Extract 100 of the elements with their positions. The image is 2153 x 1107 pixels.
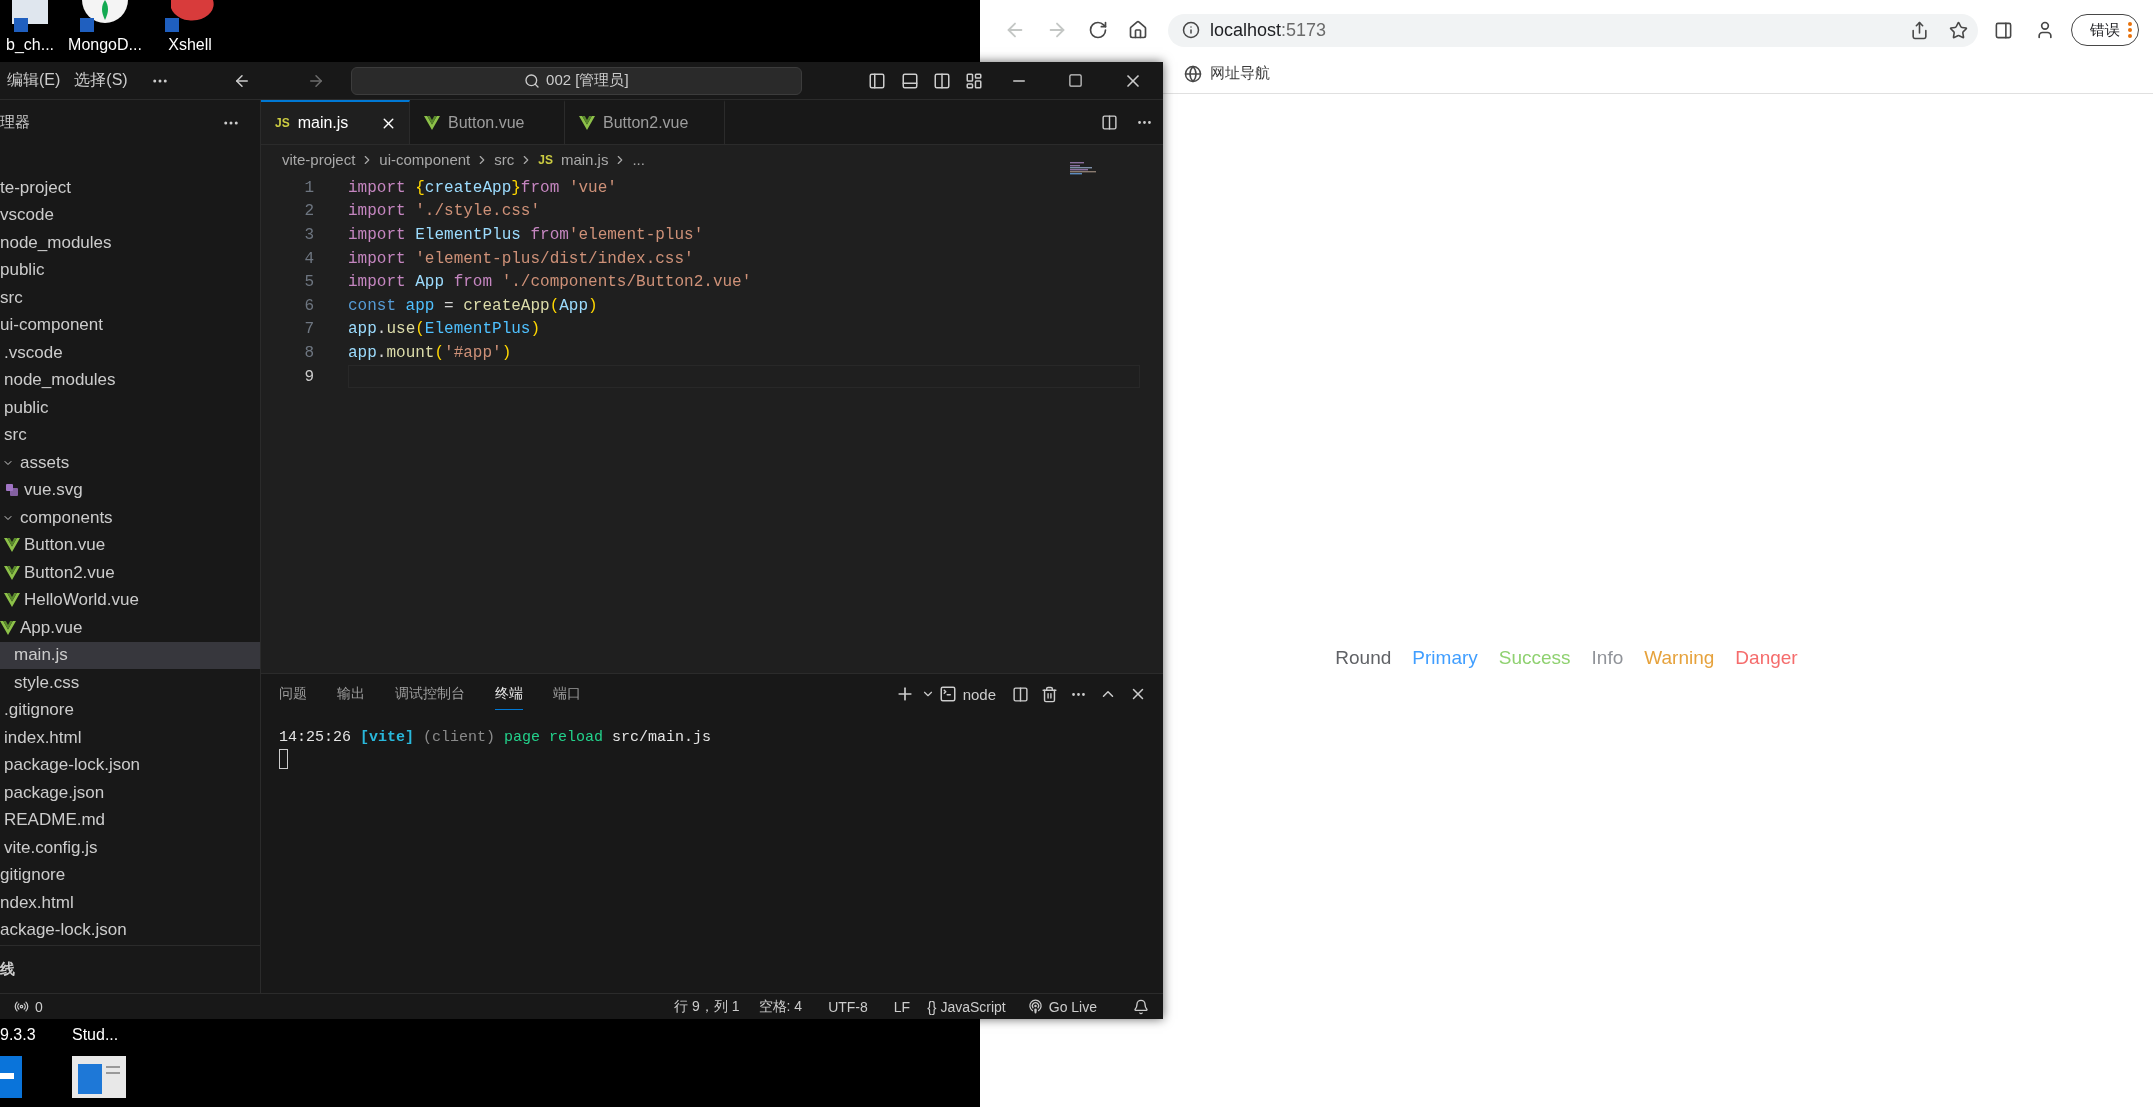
vue-icon <box>424 115 440 131</box>
star-icon[interactable] <box>1949 20 1968 40</box>
desktop-icon-label[interactable]: MongoD... <box>68 36 142 54</box>
status-item[interactable]: 空格: 4 <box>758 997 803 1016</box>
line-number: 1 <box>303 178 314 197</box>
line-number: 4 <box>303 249 314 268</box>
search-icon <box>524 72 541 89</box>
tree-item[interactable]: src <box>0 284 260 312</box>
desktop-icon-label[interactable]: Xshell <box>168 36 212 54</box>
line-number: 8 <box>303 343 314 362</box>
tree-item[interactable]: package-lock.json <box>0 751 260 779</box>
antenna-icon <box>14 999 29 1014</box>
address-bar[interactable]: localhost:5173 <box>1168 13 1978 47</box>
image-file-icon <box>5 483 19 498</box>
panel-tab[interactable]: 端口 <box>553 678 581 710</box>
reload-icon[interactable] <box>1088 20 1108 40</box>
command-search-field[interactable]: 002 [管理员] <box>350 66 802 95</box>
panel-tab[interactable]: 终端 <box>495 678 523 710</box>
terminal-selector[interactable]: node <box>938 685 996 703</box>
status-item[interactable]: LF <box>893 998 911 1015</box>
tree-item[interactable]: .gitignore <box>0 696 260 724</box>
desktop-icon-label[interactable]: b_ch... <box>6 36 54 54</box>
home-icon[interactable] <box>1128 20 1148 40</box>
tree-item[interactable]: HelloWorld.vue <box>0 586 260 614</box>
tree-item[interactable]: package.json <box>0 779 260 807</box>
tree-item[interactable]: assets <box>0 449 260 477</box>
tree-item[interactable]: src <box>0 421 260 449</box>
split-layout-icon[interactable] <box>933 71 951 90</box>
code-line: app.mount('#app') <box>348 342 513 364</box>
line-number: 2 <box>303 202 314 221</box>
code-line: app.use(ElementPlus) <box>348 319 542 341</box>
split-icon[interactable] <box>1012 685 1029 703</box>
tree-item[interactable]: public <box>0 256 260 284</box>
tree-item[interactable]: README.md <box>0 806 260 834</box>
shell-app-icon <box>165 0 215 32</box>
tree-item[interactable]: ui-component <box>0 311 260 339</box>
panel-tab[interactable]: 问题 <box>279 678 307 710</box>
tree-item[interactable]: App.vue <box>0 614 260 642</box>
breadcrumb-item[interactable]: ui-component <box>379 151 471 168</box>
tree-item[interactable]: node_modules <box>0 229 260 257</box>
tree-item[interactable]: node_modules <box>0 366 260 394</box>
status-item[interactable]: 行 9，列 1 <box>674 997 740 1016</box>
tree-item[interactable]: .vscode <box>0 339 260 367</box>
tree-item[interactable]: vite.config.js <box>0 834 260 862</box>
tree-item[interactable]: ndex.html <box>0 889 260 917</box>
side-panel-icon[interactable] <box>1994 20 2013 40</box>
editor-tab[interactable]: JS main.js <box>261 100 410 144</box>
window-app-icon <box>72 1056 126 1098</box>
trash-icon[interactable] <box>1041 685 1058 703</box>
language-status[interactable]: {} JavaScript <box>927 998 1006 1015</box>
tree-item[interactable]: main.js <box>0 641 260 669</box>
line-number: 5 <box>303 273 314 292</box>
bookmark[interactable]: 网址导航 <box>1184 64 1270 83</box>
maximize-icon[interactable] <box>1068 73 1083 88</box>
code-line: import App from './components/Button2.vue' <box>348 272 753 294</box>
terminal-output: 14:25:26 [vite] (client) page reload src/main.js <box>279 729 713 746</box>
panel-tab[interactable]: 调试控制台 <box>395 678 465 710</box>
tree-item[interactable]: vue.svg <box>0 476 260 504</box>
tree-item[interactable]: public <box>0 394 260 422</box>
line-number: 7 <box>303 320 314 339</box>
panel-toggle-icon[interactable] <box>901 71 919 90</box>
breadcrumb-item[interactable]: vite-project <box>282 151 356 168</box>
breadcrumb-item[interactable]: JS main.js <box>538 151 609 168</box>
profile-button[interactable]: 错误 <box>2071 14 2139 46</box>
menu-item[interactable]: 编辑(E) <box>0 70 68 91</box>
bell-icon[interactable] <box>1133 998 1149 1015</box>
code-line: const app = createApp(App) <box>348 295 599 317</box>
line-number: 9 <box>303 367 314 386</box>
url-text: localhost:5173 <box>1210 19 1328 41</box>
tree-item[interactable]: components <box>0 504 260 532</box>
ports-status[interactable]: 0 <box>14 998 43 1015</box>
section-title[interactable]: 线 <box>0 960 15 979</box>
tree-item[interactable]: style.css <box>0 669 260 697</box>
tree-item[interactable]: vscode <box>0 201 260 229</box>
taskbar-label: 9.3.3 <box>0 1026 36 1044</box>
vue-icon <box>4 564 20 581</box>
share-icon[interactable] <box>1910 20 1929 40</box>
tree-item[interactable]: gitignore <box>0 861 260 889</box>
breadcrumb-item[interactable]: ... <box>632 151 645 168</box>
tree-item[interactable]: Button.vue <box>0 531 260 559</box>
panel-tab[interactable]: 输出 <box>337 678 365 710</box>
menu-item[interactable]: 选择(S) <box>67 70 135 91</box>
code-line: import './style.css' <box>348 201 542 223</box>
broadcast-icon <box>1027 999 1043 1014</box>
status-item[interactable]: UTF-8 <box>828 998 868 1015</box>
taskbar-label: Stud... <box>72 1026 119 1044</box>
code-line: import 'element-plus/dist/index.css' <box>348 248 695 270</box>
globe-icon <box>1184 64 1202 83</box>
layout-icon[interactable] <box>965 71 983 90</box>
leaf-app-icon <box>80 0 130 32</box>
tree-item[interactable]: Button2.vue <box>0 559 260 587</box>
tree-item[interactable]: te-project <box>0 174 260 202</box>
profile-icon[interactable] <box>2035 20 2055 40</box>
breadcrumb-item[interactable]: src <box>494 151 515 168</box>
sidebar-toggle-icon[interactable] <box>868 71 886 90</box>
vue-icon <box>4 592 20 609</box>
go-live-button[interactable]: Go Live <box>1027 998 1097 1015</box>
text-button[interactable]: Round <box>1335 643 1392 673</box>
tree-item[interactable]: index.html <box>0 724 260 752</box>
tree-item[interactable]: ackage-lock.json <box>0 916 260 944</box>
